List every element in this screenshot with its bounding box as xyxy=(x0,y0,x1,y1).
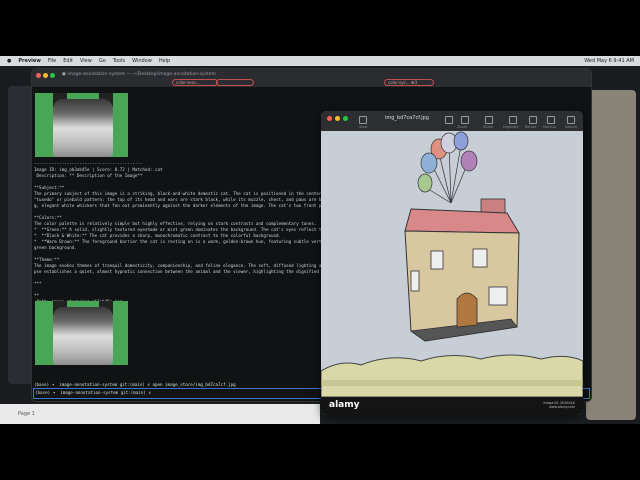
highlight-icon[interactable] xyxy=(509,116,517,124)
terminal-tab[interactable] xyxy=(342,79,378,86)
terminal-output: ----------------------------------------… xyxy=(34,161,342,304)
menu-file[interactable]: File xyxy=(48,58,56,64)
image-thumbnail-cat-2 xyxy=(35,301,128,365)
balloon xyxy=(453,131,469,151)
sidebar-icon[interactable] xyxy=(359,116,367,124)
image-id-text: Image ID: 2EXXXXX www.alamy.com xyxy=(543,401,575,409)
toolbar-highlight-label: Highlight xyxy=(503,125,519,129)
preview-title: img_bd7ca7cf.jpg xyxy=(385,115,429,121)
terminal-tab[interactable] xyxy=(270,79,306,86)
status-page-label: Page 1 xyxy=(18,411,35,417)
balloon xyxy=(420,152,438,174)
toolbar-view-label: View xyxy=(359,125,368,129)
menu-app-name[interactable]: Preview xyxy=(18,58,41,64)
zoom-out-icon[interactable] xyxy=(461,116,469,124)
alamy-logo: alamy xyxy=(329,400,360,410)
terminal-tab[interactable]: color-sess... xyxy=(172,79,218,86)
toolbar-markup-label: Markup xyxy=(543,125,556,129)
rotate-icon[interactable] xyxy=(529,116,537,124)
terminal-tab[interactable] xyxy=(62,79,108,86)
zoom-icon[interactable] xyxy=(343,116,348,121)
balloon xyxy=(460,150,478,172)
terminal-prompt: (base) ➜ image-annotation-system git:(ma… xyxy=(35,390,154,395)
toolbar-search-label: Search xyxy=(565,125,578,129)
toolbar-zoom-label: Zoom xyxy=(457,125,468,129)
terminal-tab[interactable] xyxy=(307,79,343,86)
terminal-tabs: color-sess... color-sys... ⌘3 xyxy=(32,79,591,87)
terminal-tab[interactable] xyxy=(482,79,528,86)
zoom-icon[interactable] xyxy=(50,73,55,78)
info-icon[interactable] xyxy=(445,116,453,124)
menu-go[interactable]: Go xyxy=(99,58,106,64)
terminal-titlebar: ● image-annotation-system — ~/Desktop/im… xyxy=(32,69,591,87)
menu-view[interactable]: View xyxy=(80,58,92,64)
image-thumbnail-cat xyxy=(35,93,128,157)
minimize-icon[interactable] xyxy=(335,116,340,121)
terminal-title: ● image-annotation-system — ~/Desktop/im… xyxy=(62,72,216,77)
terminal-tab[interactable] xyxy=(110,79,156,86)
menu-tools[interactable]: Tools xyxy=(113,58,125,64)
terminal-tab-active[interactable]: color-sys... ⌘3 xyxy=(384,79,434,86)
toolbar-share-label: Share xyxy=(483,125,494,129)
menu-help[interactable]: Help xyxy=(159,58,170,64)
markup-icon[interactable] xyxy=(547,116,555,124)
search-icon[interactable] xyxy=(567,116,575,124)
menu-clock: Wed May 6 9:41 AM xyxy=(584,58,634,64)
terminal-command: (base) ➜ image-annotation-system git:(ma… xyxy=(34,382,236,387)
background-window-right xyxy=(586,90,636,420)
apple-icon[interactable]: ● xyxy=(7,58,11,64)
menu-window[interactable]: Window xyxy=(132,58,152,64)
background-window-bottom: Page 1 xyxy=(0,404,320,424)
menu-bar: ● Preview File Edit View Go Tools Window… xyxy=(0,56,640,66)
share-icon[interactable] xyxy=(485,116,493,124)
preview-window[interactable]: View img_bd7ca7cf.jpg Zoom Share Highlig… xyxy=(321,111,583,415)
minimize-icon[interactable] xyxy=(43,73,48,78)
terminal-tab[interactable] xyxy=(216,79,254,86)
preview-toolbar: View img_bd7ca7cf.jpg Zoom Share Highlig… xyxy=(321,111,583,131)
toolbar-rotate-label: Rotate xyxy=(525,125,537,129)
menu-edit[interactable]: Edit xyxy=(63,58,73,64)
balloon xyxy=(417,173,433,193)
terminal-tab[interactable] xyxy=(436,79,482,86)
image-house-balloons xyxy=(321,131,583,397)
close-icon[interactable] xyxy=(327,116,332,121)
close-icon[interactable] xyxy=(36,73,41,78)
